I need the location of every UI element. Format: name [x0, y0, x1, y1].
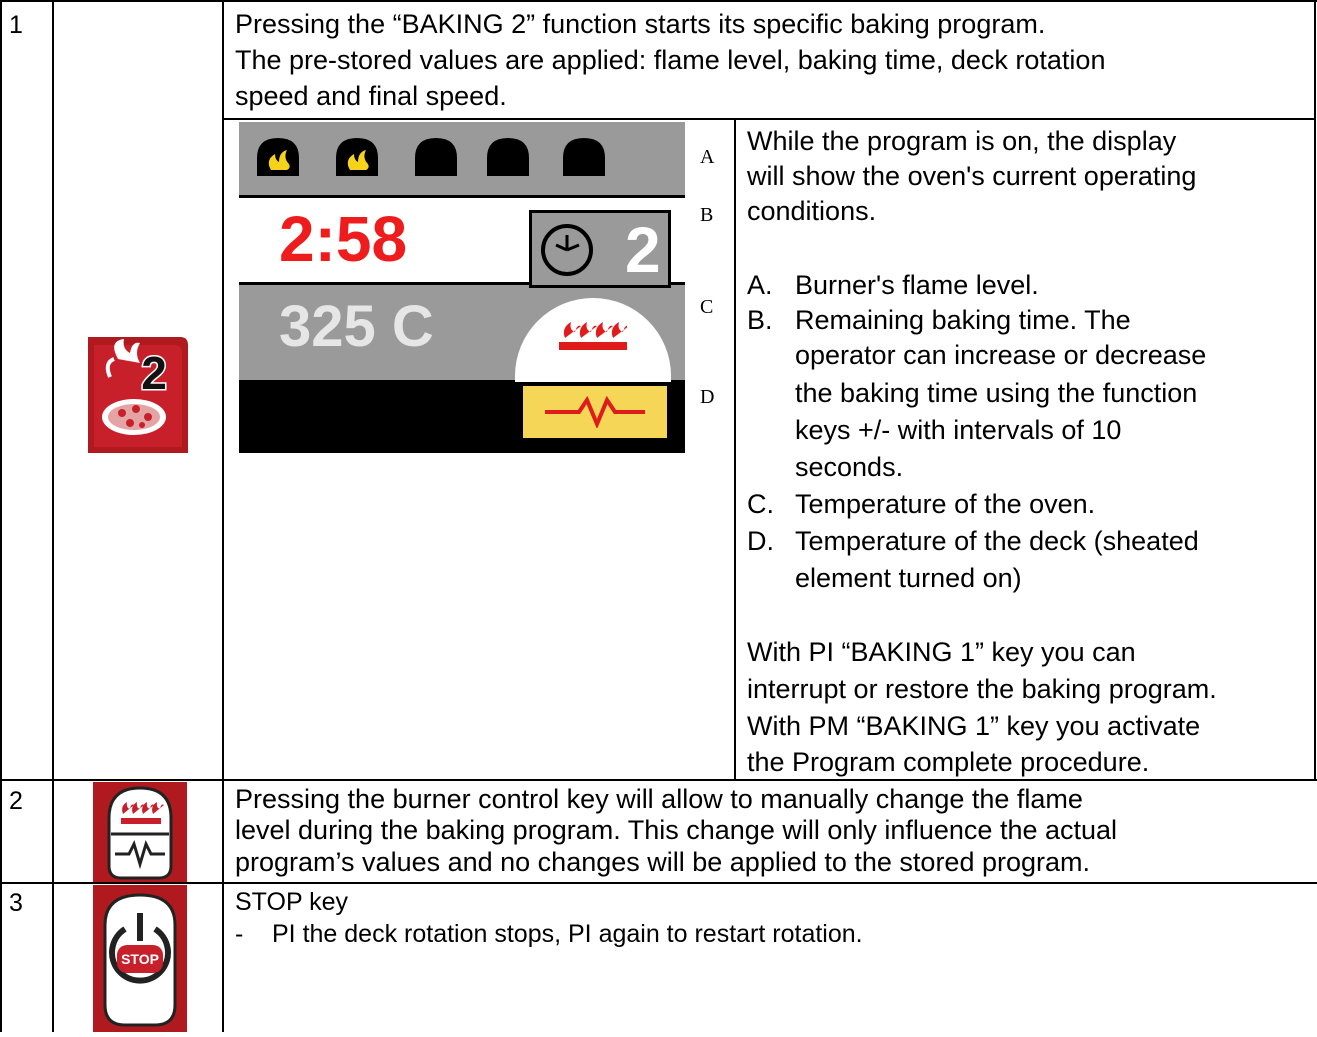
row-1-intro-line-3: speed and final speed. — [235, 81, 507, 111]
list-item-b-line-5: seconds. — [795, 452, 904, 482]
marker-b: B — [700, 204, 714, 226]
row-1-number: 1 — [9, 11, 23, 39]
program-indicator: 2 — [529, 210, 671, 288]
burner-control-key-icon[interactable] — [93, 782, 187, 882]
row-divider-2 — [0, 882, 1317, 884]
marker-c: C — [700, 296, 714, 318]
marker-d: D — [700, 386, 715, 408]
baking-2-key-icon[interactable]: 2 — [88, 337, 188, 453]
svg-text:2: 2 — [141, 347, 167, 399]
list-item-b-line-3: the baking time using the function — [795, 378, 1198, 408]
program-number: 2 — [625, 214, 661, 286]
row-2-line-3: program’s values and no changes will be … — [235, 847, 1091, 877]
bullet-dash: - — [235, 920, 244, 948]
deck-heating-icon — [523, 386, 667, 438]
row-divider-1 — [0, 779, 1317, 781]
row-1-intro-line-1: Pressing the “BAKING 2” function starts … — [235, 9, 1046, 39]
col-divider-1 — [52, 0, 54, 1032]
inner-row-divider — [222, 118, 1316, 120]
row-2-line-2: level during the baking program. This ch… — [235, 815, 1118, 845]
oven-temperature-readout: 325 C — [279, 294, 434, 359]
table-left-border — [0, 0, 2, 1032]
clock-icon — [541, 224, 593, 276]
table-right-border — [1314, 0, 1316, 780]
row-3-title: STOP key — [235, 888, 349, 916]
footer-line-4: the Program complete procedure. — [747, 747, 1150, 777]
desc-line-2: will show the oven's current operating — [747, 161, 1197, 191]
flame-off-icon — [487, 136, 529, 176]
row-2-number: 2 — [9, 787, 23, 815]
flame-off-icon — [563, 136, 605, 176]
footer-line-3: With PM “BAKING 1” key you activate — [747, 711, 1201, 741]
desc-line-3: conditions. — [747, 196, 877, 226]
list-item-d-line-2: element turned on) — [795, 563, 1022, 593]
stop-key-icon[interactable]: STOP — [93, 885, 187, 1032]
flame-level-bar — [239, 122, 685, 195]
col-divider-2 — [222, 0, 224, 1032]
stop-key-label: STOP — [121, 951, 159, 967]
row-3-number: 3 — [9, 889, 23, 917]
list-item-c: C. Temperature of the oven. — [747, 489, 1096, 519]
list-item-d: D. Temperature of the deck (sheated — [747, 526, 1199, 556]
list-item-b: B. Remaining baking time. The — [747, 305, 1131, 335]
oven-display-panel: 2:58 2 325 C — [239, 122, 685, 453]
list-item-b-line-4: keys +/- with intervals of 10 — [795, 415, 1122, 445]
list-item-b-line-2: operator can increase or decrease — [795, 340, 1207, 370]
row-2-line-1: Pressing the burner control key will all… — [235, 784, 1083, 814]
footer-line-2: interrupt or restore the baking program. — [747, 674, 1217, 704]
flame-on-icon — [257, 136, 299, 176]
manual-page: 1 Pressing the “BAKING 2” function start… — [0, 0, 1317, 1032]
table-top-border — [0, 0, 1317, 2]
inner-col-divider — [734, 118, 736, 780]
bullet-text: PI the deck rotation stops, PI again to … — [272, 920, 863, 948]
remaining-time-readout: 2:58 — [279, 203, 408, 275]
flame-off-icon — [415, 136, 457, 176]
footer-line-1: With PI “BAKING 1” key you can — [747, 637, 1136, 667]
flame-on-icon — [336, 136, 378, 176]
marker-a: A — [700, 146, 715, 168]
list-item-a: A. Burner's flame level. — [747, 270, 1039, 300]
row-3-bullet: - PI the deck rotation stops, PI again to… — [235, 918, 863, 951]
desc-line-1: While the program is on, the display — [747, 126, 1177, 156]
row-1-intro-line-2: The pre-stored values are applied: flame… — [235, 45, 1106, 75]
